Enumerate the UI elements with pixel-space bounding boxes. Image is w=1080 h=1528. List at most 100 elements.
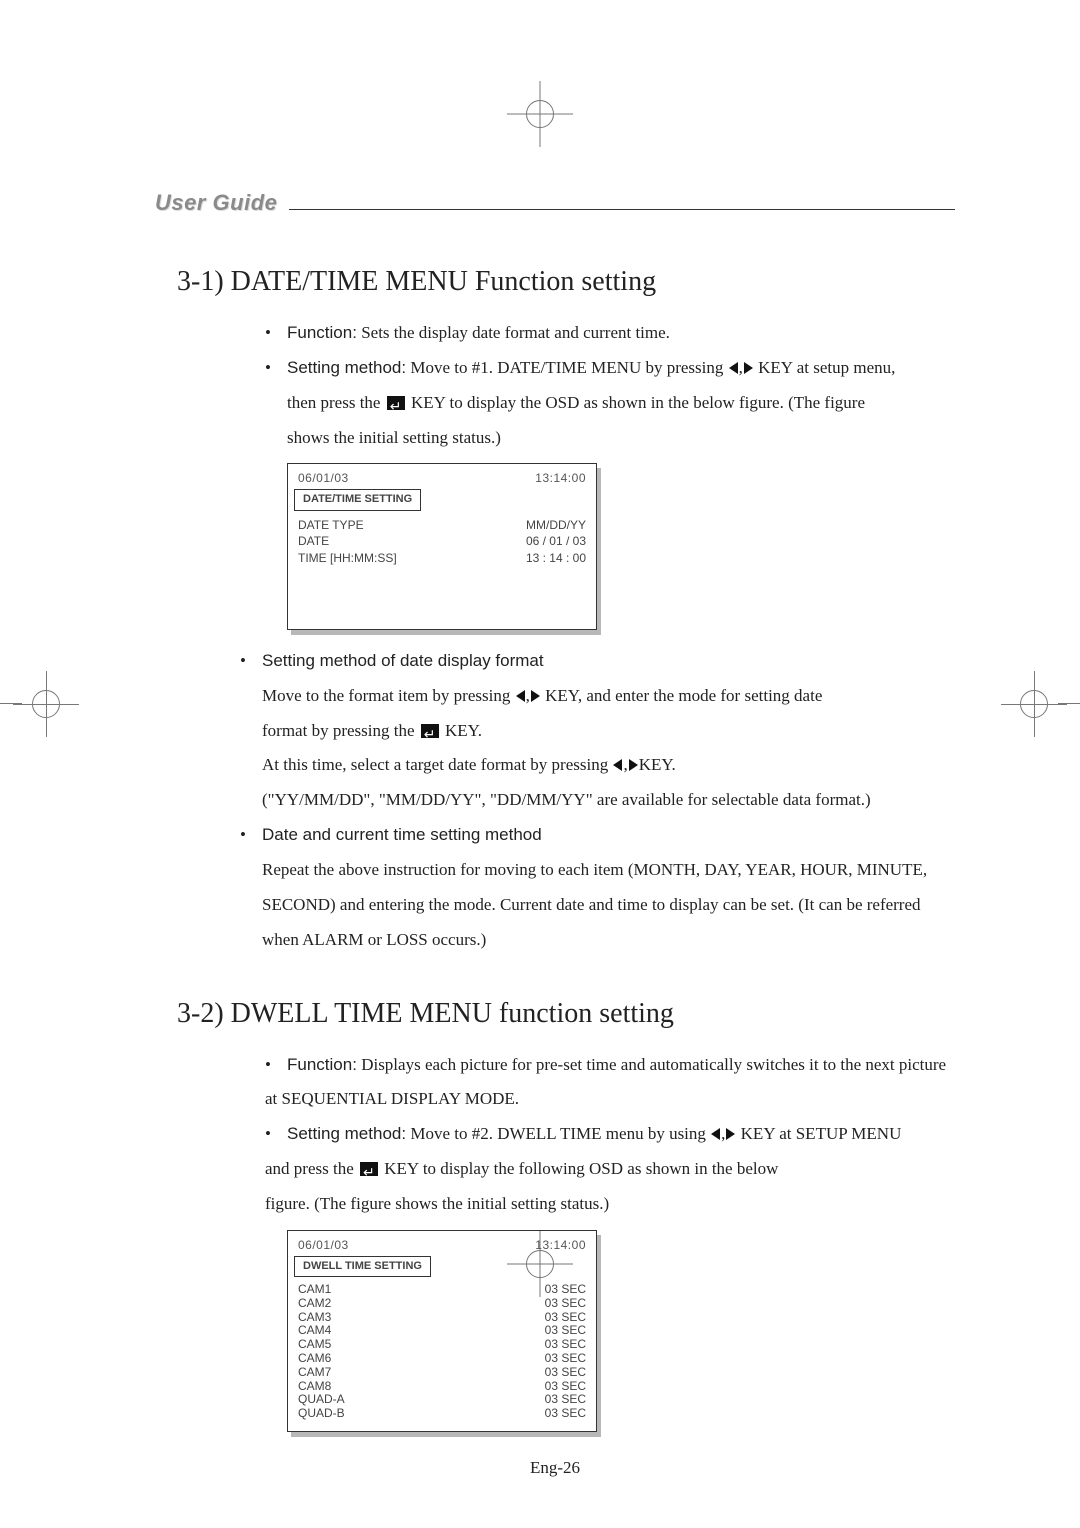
bullet-label: Setting method: (287, 358, 406, 377)
osd-key: CAM5 (298, 1338, 331, 1352)
osd-row: CAM3 03 SEC (298, 1311, 586, 1325)
osd-key: CAM7 (298, 1366, 331, 1380)
bullet-label: Setting method: (287, 1124, 406, 1143)
osd-row: CAM1 03 SEC (298, 1283, 586, 1297)
osd-value: 03 SEC (545, 1297, 586, 1311)
text: Move to #2. DWELL TIME menu by using (406, 1124, 710, 1143)
continuation-line: shows the initial setting status.) (287, 421, 955, 456)
osd-row: QUAD-A03 SEC (298, 1393, 586, 1407)
continuation-line: SECOND) and entering the mode. Current d… (262, 888, 955, 923)
osd-title: DWELL TIME SETTING (294, 1256, 431, 1277)
continuation-line: format by pressing the KEY. (262, 714, 955, 749)
page-number: Eng-26 (155, 1458, 955, 1478)
bullet-date-format-method: Setting method of date display format Mo… (240, 644, 955, 818)
osd-value: 03 SEC (545, 1311, 586, 1325)
section-2-list: Function: Displays each picture for pre-… (265, 1048, 955, 1222)
text: then press the (287, 393, 385, 412)
arrow-left-icon (711, 1128, 720, 1140)
text: KEY, and enter the mode for setting date (541, 686, 823, 705)
text: KEY to display the OSD as shown in the b… (407, 393, 865, 412)
brand-title: User Guide (155, 190, 277, 216)
register-mark-top (0, 100, 1080, 128)
continuation-line: Repeat the above instruction for moving … (262, 853, 955, 888)
osd-date: 06/01/03 (298, 470, 349, 487)
osd-value: 03 SEC (545, 1393, 586, 1407)
bullet-text: Sets the display date format and current… (357, 323, 670, 342)
register-mark-left (32, 690, 60, 718)
osd-value: MM/DD/YY (526, 517, 586, 534)
text: Displays each picture for pre-set time a… (357, 1055, 946, 1074)
osd-key: QUAD-B (298, 1407, 345, 1421)
osd-key: DATE TYPE (298, 517, 364, 534)
osd-row: QUAD-B 03 SEC (298, 1407, 586, 1421)
text: KEY at SETUP MENU (736, 1124, 901, 1143)
osd-row: DATE 06 / 01 / 03 (298, 533, 586, 550)
section-2-title: 3-2) DWELL TIME MENU function setting (177, 998, 955, 1030)
osd-value: 03 SEC (545, 1283, 586, 1297)
osd-key: DATE (298, 533, 329, 550)
text: format by pressing the (262, 721, 419, 740)
osd-key: CAM4 (298, 1324, 331, 1338)
osd-value: 03 SEC (545, 1324, 586, 1338)
osd-date: 06/01/03 (298, 1237, 349, 1254)
osd-key: TIME [HH:MM:SS] (298, 550, 397, 567)
continuation-line: figure. (The figure shows the initial se… (265, 1187, 955, 1222)
bullet-setting-method: Setting method: Move to #2. DWELL TIME m… (265, 1117, 955, 1222)
bullet-label: Date and current time setting method (262, 825, 542, 844)
enter-key-icon (387, 396, 405, 410)
osd-key: CAM3 (298, 1311, 331, 1325)
bullet-datetime-method: Date and current time setting method Rep… (240, 818, 955, 957)
text: At this time, select a target date forma… (262, 755, 612, 774)
osd-row: CAM2 03 SEC (298, 1297, 586, 1311)
section-1-list-2: Setting method of date display format Mo… (240, 644, 955, 958)
osd-spacer (298, 567, 586, 619)
osd-time: 13:14:00 (535, 470, 586, 487)
osd-value: 03 SEC (545, 1366, 586, 1380)
osd-value: 03 SEC (545, 1407, 586, 1421)
page-header: User Guide (155, 190, 955, 216)
bullet-label: Function: (287, 323, 357, 342)
osd-key: CAM1 (298, 1283, 331, 1297)
osd-value: 06 / 01 / 03 (526, 533, 586, 550)
page-content: User Guide 3-1) DATE/TIME MENU Function … (155, 190, 955, 1478)
osd-datetime-box: 06/01/03 13:14:00 DATE/TIME SETTING DATE… (287, 463, 597, 630)
osd-row: CAM7 03 SEC (298, 1366, 586, 1380)
bullet-label: Setting method of date display format (262, 651, 544, 670)
osd-key: CAM2 (298, 1297, 331, 1311)
osd-time: 13:14:00 (535, 1237, 586, 1254)
osd-key: CAM6 (298, 1352, 331, 1366)
continuation-line: Move to the format item by pressing , KE… (262, 679, 955, 714)
text: KEY to display the following OSD as show… (380, 1159, 778, 1178)
text: KEY. (639, 755, 676, 774)
arrow-right-icon (531, 690, 540, 702)
bullet-setting-method: Setting method: Move to #1. DATE/TIME ME… (265, 351, 955, 456)
register-circle-icon (526, 100, 554, 128)
bullet-text: KEY at setup menu, (758, 358, 895, 377)
osd-value: 03 SEC (545, 1338, 586, 1352)
continuation-line: then press the KEY to display the OSD as… (287, 386, 955, 421)
continuation-line: when ALARM or LOSS occurs.) (262, 923, 955, 958)
register-mark-right (1020, 690, 1048, 718)
document-page: User Guide 3-1) DATE/TIME MENU Function … (0, 0, 1080, 1528)
enter-key-icon (360, 1162, 378, 1176)
text: KEY. (441, 721, 482, 740)
continuation-line: and press the KEY to display the followi… (265, 1152, 955, 1187)
osd-row: DATE TYPE MM/DD/YY (298, 517, 586, 534)
osd-value: 13 : 14 : 00 (526, 550, 586, 567)
osd-value: 03 SEC (545, 1380, 586, 1394)
osd-rows: CAM1 03 SEC CAM2 03 SEC CAM3 03 SEC CAM4 03 … (298, 1283, 586, 1421)
text: Move to the format item by pressing (262, 686, 515, 705)
text: and press the (265, 1159, 358, 1178)
osd-row: TIME [HH:MM:SS] 13 : 14 : 00 (298, 550, 586, 567)
osd-row: CAM4 03 SEC (298, 1324, 586, 1338)
osd-row: CAM803 SEC (298, 1380, 586, 1394)
bullet-function: Function: Displays each picture for pre-… (265, 1048, 955, 1118)
section-1-list: Function: Sets the display date format a… (265, 316, 955, 455)
arrow-right-icon (744, 362, 753, 374)
osd-statusbar: 06/01/03 13:14:00 (298, 470, 586, 487)
osd-value: 03 SEC (545, 1352, 586, 1366)
arrow-right-icon (726, 1128, 735, 1140)
arrow-left-icon (613, 759, 622, 771)
bullet-text: Move to #1. DATE/TIME MENU by pressing (406, 358, 728, 377)
header-rule (289, 209, 955, 210)
